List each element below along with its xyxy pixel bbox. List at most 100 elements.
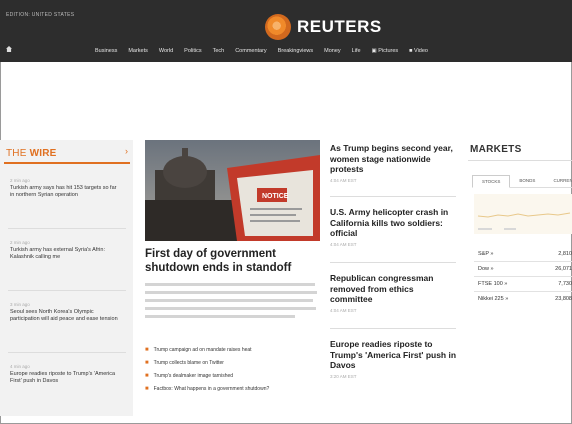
related-link[interactable]: ■ Factbox: What happens in a government s… [145,386,321,393]
nav-world[interactable]: World [159,48,173,54]
bullet-icon: ■ [145,347,149,353]
related-links: ■ Trump campaign ad on mandate raises hea… [145,347,321,399]
market-sparkline [474,194,572,234]
bullet-icon: ■ [145,373,149,379]
related-link[interactable]: ■ Trump campaign ad on mandate raises hea… [145,347,321,354]
wire-item[interactable]: 4 min ago Europe readies riposte to Trum… [10,364,120,385]
quote-value: 26,071 [555,266,572,272]
nav-pictures[interactable]: ▣ Pictures [372,48,399,54]
quote-row[interactable]: S&P » 2,810 [478,251,572,257]
edition-selector[interactable]: EDITION: UNITED STATES [6,12,74,18]
nav-breakingviews[interactable]: Breakingviews [278,48,313,54]
quote-name: Nikkei 225 » [478,296,509,302]
logo-text: REUTERS [297,17,382,36]
wire-time: 3 min ago [10,302,30,307]
story-headline: Europe readies riposte to Trump's 'Ameri… [330,339,457,370]
markets-tabs: STOCKS BONDS CURRENCIES [472,175,572,188]
related-link-text: Trump's dealmaker image tarnished [153,373,234,379]
wire-heading-suffix: WIRE [29,148,57,159]
nav-money[interactable]: Money [324,48,341,54]
story-time: 4:04 AM EST [330,307,357,313]
nav-politics[interactable]: Politics [184,48,201,54]
hero-photo-art: NOTICE [145,140,320,241]
story-headline: As Trump begins second year, women stage… [330,143,453,174]
summary-line [145,291,317,294]
bullet-icon: ■ [145,386,149,392]
markets-panel: MARKETS STOCKS BONDS CURRENCIES S&P » 2,… [468,140,572,416]
nav-video-label: Video [414,48,428,54]
story-item[interactable]: U.S. Army helicopter crash in California… [330,207,458,247]
quote-value: 7,730 [558,281,572,287]
story-item[interactable]: Europe readies riposte to Trump's 'Ameri… [330,339,458,379]
related-link[interactable]: ■ Trump's dealmaker image tarnished [145,373,321,380]
hero-headline[interactable]: First day of government shutdown ends in… [145,247,321,275]
wire-divider [4,162,130,164]
related-link-text: Trump campaign ad on mandate raises heat [153,347,252,353]
wire-item[interactable]: 3 min ago Seoul sees North Korea's Olymp… [10,302,120,323]
quote-row[interactable]: Nikkei 225 » 23,808 [478,296,572,302]
summary-line [145,283,315,286]
story-item[interactable]: Republican congressman removed from ethi… [330,273,458,313]
wire-text: Seoul sees North Korea's Olympic partici… [10,309,118,322]
chevron-right-icon[interactable]: › [125,146,128,156]
summary-line [145,299,313,302]
hero-photo[interactable]: NOTICE [145,140,320,241]
story-time: 4:04 AM EST [330,241,357,247]
home-icon[interactable] [6,46,12,52]
story-headline: Republican congressman removed from ethi… [330,273,434,304]
markets-heading: MARKETS [470,144,522,155]
main-nav: Business Markets World Politics Tech Com… [95,48,428,54]
sign-text: NOTICE [262,193,289,200]
reuters-logo-icon [265,14,291,40]
nav-pictures-label: Pictures [378,48,399,54]
story-separator [330,196,456,197]
quote-row[interactable]: FTSE 100 » 7,730 [478,281,572,287]
quote-name: S&P » [478,251,494,257]
nav-commentary[interactable]: Commentary [235,48,266,54]
quote-separator [474,291,572,292]
wire-time: 2 min ago [10,178,30,183]
tab-currencies[interactable]: CURRENCIES [544,175,572,187]
wire-separator [8,352,126,353]
summary-line [145,315,295,318]
quote-separator [474,276,572,277]
wire-separator [8,228,126,229]
nav-business[interactable]: Business [95,48,117,54]
story-time: 3:20 AM EST [330,373,357,379]
story-time: 4:04 AM EST [330,177,357,183]
story-headline: U.S. Army helicopter crash in California… [330,207,449,238]
related-link[interactable]: ■ Trump collects blame on Twitter [145,360,321,367]
reuters-logo[interactable]: REUTERS [265,14,382,40]
quote-separator [474,261,572,262]
nav-video[interactable]: ■ Video [409,48,428,54]
quote-name: FTSE 100 » [478,281,508,287]
quote-row[interactable]: Dow » 26,071 [478,266,572,272]
wire-time: 4 min ago [10,364,30,369]
nav-markets[interactable]: Markets [128,48,148,54]
story-separator [330,328,456,329]
wire-heading-prefix: THE [6,148,27,159]
related-link-text: Factbox: What happens in a government sh… [153,386,270,392]
nav-life[interactable]: Life [352,48,361,54]
sparkline-svg [474,194,572,234]
related-link-text: Trump collects blame on Twitter [153,360,224,366]
tab-bonds[interactable]: BONDS [510,175,544,187]
summary-line [145,307,316,310]
top-bar: EDITION: UNITED STATES REUTERS Business … [0,0,572,62]
quote-name: Dow » [478,266,494,272]
nav-tech[interactable]: Tech [213,48,225,54]
wire-item[interactable]: 2 min ago Turkish army has external Syri… [10,240,120,261]
markets-divider [468,160,572,161]
quote-value: 23,808 [555,296,572,302]
wire-item[interactable]: 2 min ago Turkish army says has hit 153 … [10,178,120,199]
wire-heading: THE WIRE [6,148,57,159]
wire-text: Turkish army says has hit 153 targets so… [10,185,117,198]
story-item[interactable]: As Trump begins second year, women stage… [330,143,458,183]
hero-summary [145,283,321,323]
tab-stocks[interactable]: STOCKS [472,175,511,188]
the-wire-panel: THE WIRE › 2 min ago Turkish army says h… [0,140,133,416]
wire-time: 2 min ago [10,240,30,245]
bullet-icon: ■ [145,360,149,366]
wire-text: Europe readies riposte to Trump's 'Ameri… [10,371,116,384]
quote-value: 2,810 [558,251,572,257]
